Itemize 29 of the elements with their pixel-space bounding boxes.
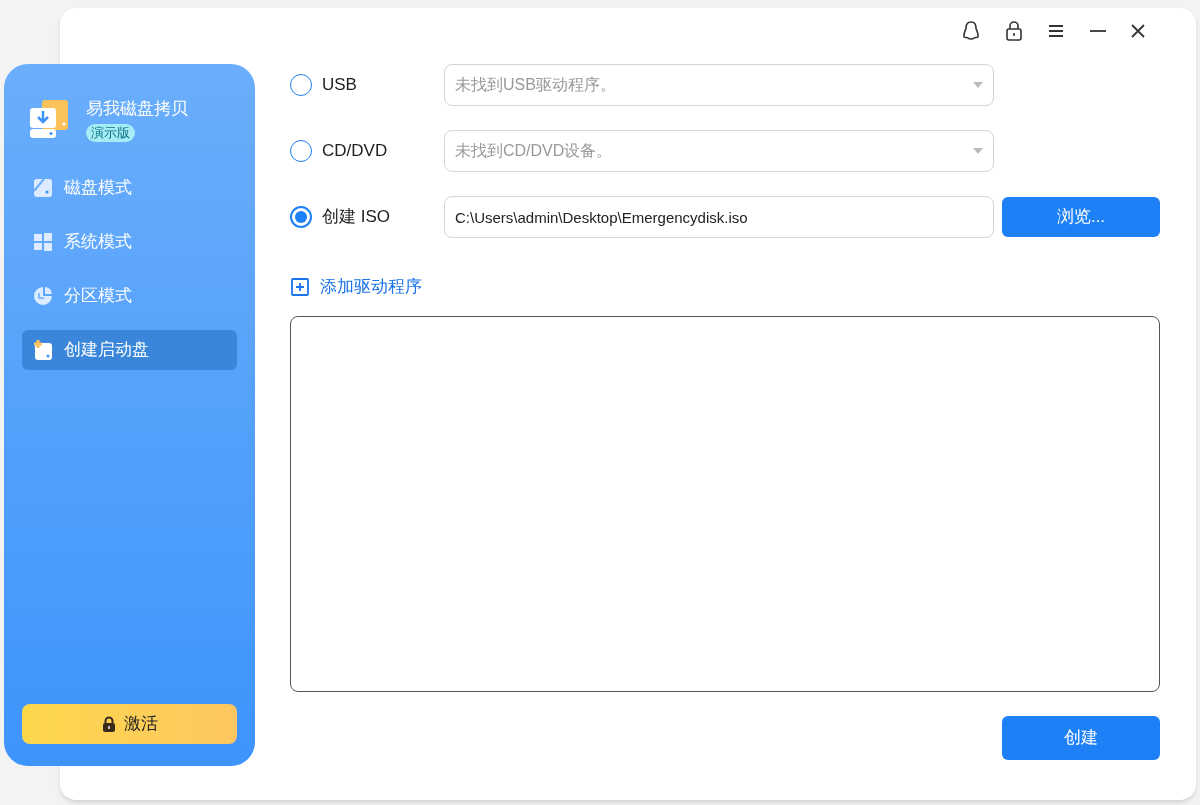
- sidebar-item[interactable]: 磁盘模式: [22, 167, 237, 208]
- add-driver-link[interactable]: 添加驱动程序: [290, 274, 422, 300]
- browse-button[interactable]: 浏览...: [1002, 197, 1160, 237]
- iso-path-field[interactable]: C:\Users\admin\Desktop\Emergencydisk.iso: [444, 196, 994, 238]
- app-name: 易我磁盘拷贝: [86, 98, 188, 120]
- device-dropdown[interactable]: 未找到CD/DVD设备。: [444, 130, 994, 172]
- sidebar-item[interactable]: 系统模式: [22, 221, 237, 262]
- caret-icon: [973, 148, 983, 154]
- create-button[interactable]: 创建: [1002, 715, 1160, 760]
- radio-option[interactable]: CD/DVD: [290, 138, 444, 164]
- caret-icon: [973, 82, 983, 88]
- minimize-icon[interactable]: [1088, 29, 1108, 33]
- device-dropdown[interactable]: 未找到USB驱动程序。: [444, 64, 994, 106]
- menu-icon[interactable]: [1046, 23, 1066, 39]
- windows-icon: [32, 230, 54, 253]
- disk-plus-icon: [32, 338, 54, 361]
- close-icon[interactable]: [1130, 23, 1146, 39]
- sidebar-item[interactable]: 创建启动盘: [22, 329, 237, 370]
- sidebar-item[interactable]: 分区模式: [22, 275, 237, 316]
- activate-button[interactable]: 激活: [22, 704, 237, 744]
- disk-copy-logo-icon: [28, 97, 70, 140]
- radio-option[interactable]: 创建 ISO: [290, 204, 444, 230]
- pie-chart-icon: [32, 284, 54, 307]
- penguin-icon[interactable]: [960, 20, 982, 42]
- edition-badge: 演示版: [86, 123, 135, 142]
- plus-icon: [290, 276, 310, 297]
- lock-icon: [101, 716, 116, 732]
- lock-icon[interactable]: [1004, 20, 1024, 42]
- radio-option[interactable]: USB: [290, 72, 444, 98]
